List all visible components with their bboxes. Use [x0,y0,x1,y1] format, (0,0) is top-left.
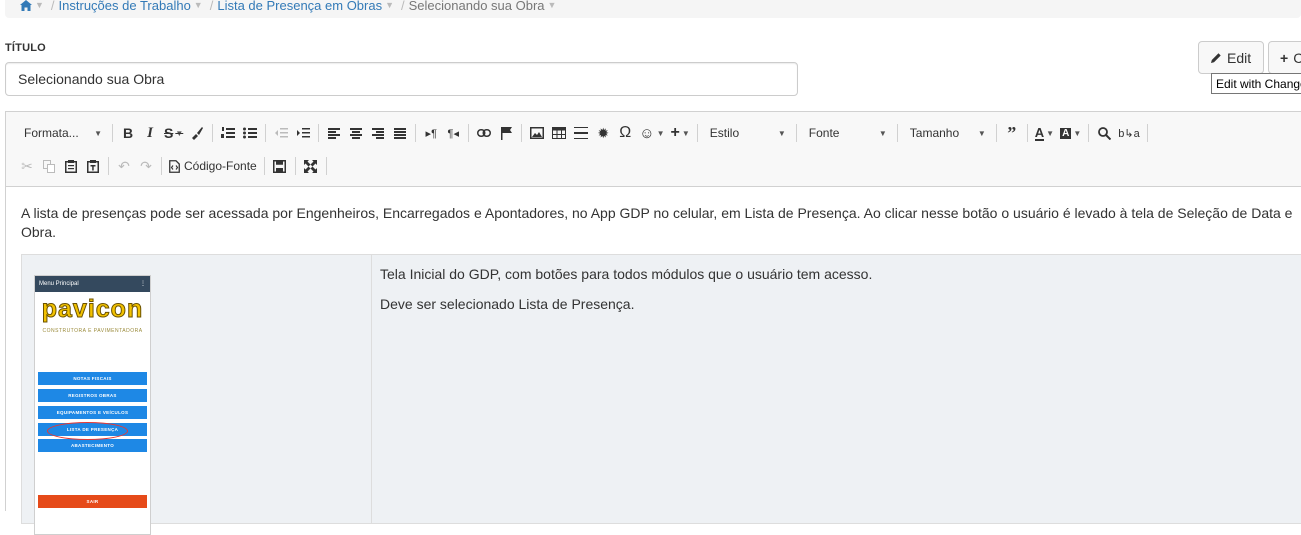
undo-icon[interactable]: ↶ [113,154,135,178]
format-painter-icon[interactable] [186,121,208,145]
copy-icon[interactable] [38,154,60,178]
link-icon[interactable] [473,121,495,145]
title-input[interactable] [5,62,798,96]
chevron-down-icon: ▼ [777,128,786,138]
bullet-list-icon[interactable] [239,121,261,145]
menu-button-abastecimento: ABASTECIMENTO [38,439,147,452]
cell-paragraph-2: Deve ser selecionado Lista de Presença. [380,296,635,312]
strikethrough-icon[interactable]: S ▼ [161,121,186,145]
logo-subtitle: CONSTRUTORA E PAVIMENTADORA [42,328,143,334]
horizontal-rule-icon[interactable] [570,121,592,145]
breadcrumb-link-instrucoes[interactable]: Instruções de Trabalho [59,0,191,13]
align-justify-icon[interactable] [389,121,411,145]
edit-button[interactable]: Edit [1198,41,1264,74]
highlight-circle [47,422,128,440]
font-combo[interactable]: Fonte ▼ [801,121,893,145]
breadcrumb: ▼ / Instruções de Trabalho ▼ / Lista de … [5,0,1301,18]
edit-button-label: Edit [1227,49,1252,66]
logo-wordmark: pavicon [41,295,144,323]
text-color-icon[interactable]: A ▼ [1032,121,1057,145]
menu-button-registros-obras: REGISTROS OBRAS [38,389,147,402]
table-cell-text: Tela Inicial do GDP, com botões para tod… [372,255,1301,523]
special-char-icon[interactable]: Ω [614,121,636,145]
italic-icon[interactable]: I [139,121,161,145]
format-combo-label: Formata... [24,126,79,140]
size-combo-label: Tamanho [909,126,960,140]
app-header-title: Menu Principal [39,280,79,287]
rtl-icon[interactable]: ¶◂ [442,121,464,145]
menu-button-equipamentos: EQUIPAMENTOS E VEÍCULOS [38,406,147,419]
cell-paragraph-1: Tela Inicial do GDP, com botões para tod… [380,266,873,282]
insert-plus-icon[interactable]: + ▼ [668,121,693,145]
toolbar-row-2: ✂ ↶ ↷ Código-Fonte [16,154,331,178]
image-icon[interactable] [526,121,548,145]
chevron-down-icon: ▼ [94,128,102,138]
intro-paragraph: A lista de presenças pode ser acessada p… [21,205,1293,240]
app-screenshot-image[interactable]: Menu Principal ⋮ pavicon CONSTRUTORA E P… [34,275,151,535]
chevron-down-icon[interactable]: ▼ [35,0,44,10]
chevron-down-icon[interactable]: ▼ [194,0,203,10]
bold-icon[interactable]: B [117,121,139,145]
source-code-button[interactable]: Código-Fonte [166,154,260,178]
save-icon[interactable] [269,154,291,178]
style-combo[interactable]: Estilo ▼ [702,121,792,145]
editor-toolbar: Formata... ▼ B I S ▼ ▸¶ ¶◂ ✹ Ω ☺ ▼ + ▼ E… [6,112,1301,187]
source-code-label: Código-Fonte [184,159,257,173]
paste-icon[interactable] [60,154,82,178]
content-table: Menu Principal ⋮ pavicon CONSTRUTORA E P… [21,254,1301,535]
add-button-label: C [1293,49,1301,66]
code-icon [169,159,180,173]
format-combo[interactable]: Formata... ▼ [16,121,108,145]
align-right-icon[interactable] [367,121,389,145]
chevron-down-icon[interactable]: ▼ [548,0,557,10]
breadcrumb-link-lista[interactable]: Lista de Presença em Obras [217,0,382,13]
kebab-menu-icon: ⋮ [140,280,146,287]
redo-icon[interactable]: ↷ [135,154,157,178]
search-icon[interactable] [1093,121,1115,145]
edit-tooltip: Edit with Change [1211,73,1301,94]
pencil-icon [1210,52,1222,64]
plus-icon: + [1280,49,1289,66]
pavicon-logo: pavicon CONSTRUTORA E PAVIMENTADORA [39,296,146,341]
add-button[interactable]: + C [1268,41,1301,74]
ltr-icon[interactable]: ▸¶ [420,121,442,145]
table-cell-image: Menu Principal ⋮ pavicon CONSTRUTORA E P… [22,255,372,535]
fullscreen-icon[interactable] [300,154,322,178]
app-header-bar: Menu Principal ⋮ [35,276,150,292]
menu-button-notas-fiscais: NOTAS FISCAIS [38,372,147,385]
toolbar-row-1: Formata... ▼ B I S ▼ ▸¶ ¶◂ ✹ Ω ☺ ▼ + ▼ E… [16,121,1152,145]
emoji-icon[interactable]: ☺ ▼ [636,121,667,145]
anchor-flag-icon[interactable] [495,121,517,145]
size-combo[interactable]: Tamanho ▼ [902,121,992,145]
replace-icon[interactable]: b↳a [1115,121,1142,145]
cut-icon[interactable]: ✂ [16,154,38,178]
editor-content[interactable]: A lista de presenças pode ser acessada p… [6,188,1301,535]
outdent-icon[interactable] [270,121,292,145]
background-color-icon[interactable]: A ▼ [1057,121,1084,145]
paste-text-icon[interactable] [82,154,104,178]
chevron-down-icon: ▼ [977,128,986,138]
indent-icon[interactable] [292,121,314,145]
rich-text-editor: Formata... ▼ B I S ▼ ▸¶ ¶◂ ✹ Ω ☺ ▼ + ▼ E… [5,111,1301,535]
breadcrumb-current: Selecionando sua Obra [408,0,545,13]
chevron-down-icon[interactable]: ▼ [385,0,394,10]
ordered-list-icon[interactable] [217,121,239,145]
blockquote-icon[interactable]: ” [1001,121,1023,145]
align-center-icon[interactable] [345,121,367,145]
settings-icon[interactable]: ✹ [592,121,614,145]
align-left-icon[interactable] [323,121,345,145]
chevron-down-icon: ▼ [878,128,887,138]
table-icon[interactable] [548,121,570,145]
home-icon[interactable] [20,0,32,11]
font-combo-label: Fonte [808,126,840,140]
menu-button-sair: SAIR [38,495,147,508]
style-combo-label: Estilo [709,126,740,140]
title-label: TÍTULO [5,42,46,54]
